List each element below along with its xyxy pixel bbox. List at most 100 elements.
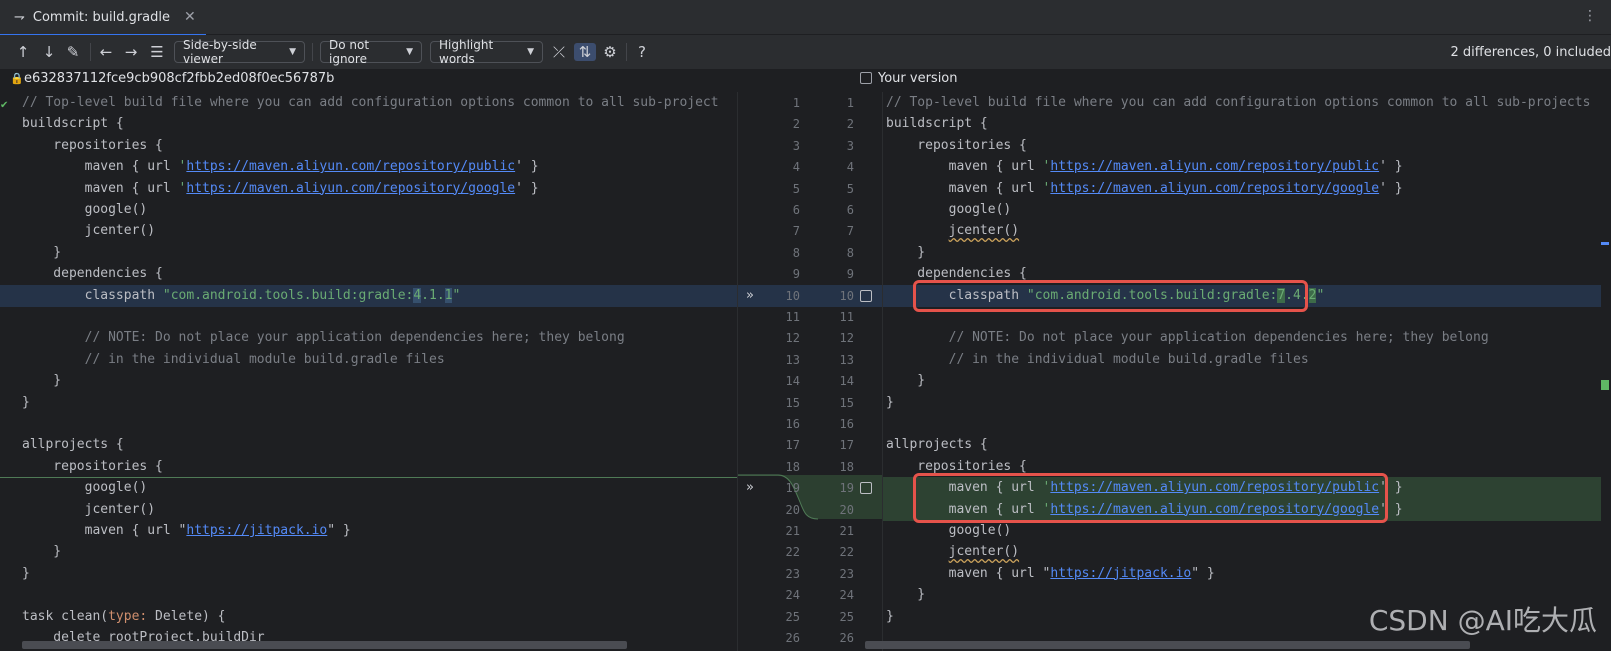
- right-line-number: 14: [839, 374, 854, 389]
- viewer-mode-dropdown[interactable]: Side-by-side viewer ▼: [174, 38, 305, 66]
- highlight-mode-dropdown[interactable]: Highlight words ▼: [430, 38, 543, 66]
- right-line-number: 16: [839, 417, 854, 431]
- code-line: maven { url "https://jitpack.io" }: [22, 523, 351, 538]
- scroll-marker: [1601, 380, 1609, 390]
- code-line: google(): [22, 480, 148, 496]
- highlight-label: Highlight words: [439, 38, 494, 66]
- code-line: // NOTE: Do not place your application d…: [22, 330, 625, 346]
- code-line: buildscript {: [886, 116, 988, 132]
- code-line: // in the individual module build.gradle…: [886, 351, 1309, 367]
- tab-title: Commit: build.gradle: [32, 9, 171, 25]
- right-line-number: 22: [839, 545, 854, 560]
- forward-arrow-icon[interactable]: →: [122, 43, 140, 61]
- code-line: google(): [22, 202, 148, 217]
- code-line: // Top-level build file where you can ad…: [22, 95, 719, 110]
- code-line: maven { url "https://jitpack.io" }: [886, 565, 1215, 581]
- left-line-number: 18: [785, 459, 800, 474]
- left-line-number: 14: [785, 374, 800, 389]
- left-line-number: 12: [785, 331, 800, 346]
- chevron-down-icon: ▼: [527, 47, 534, 57]
- code-line: }: [22, 244, 62, 260]
- left-line-number: 13: [785, 352, 800, 367]
- back-arrow-icon[interactable]: ←: [97, 43, 115, 61]
- tab-commit-build-gradle[interactable]: ⇁ Commit: build.gradle ✕: [0, 0, 206, 36]
- code-line: }: [22, 373, 62, 389]
- close-icon[interactable]: ✕: [184, 9, 196, 25]
- left-line-number: 21: [785, 524, 800, 538]
- right-line-number: 20: [839, 502, 854, 517]
- code-line: google(): [886, 202, 1012, 217]
- apply-change-icon[interactable]: »: [746, 285, 754, 307]
- code-line: allprojects {: [22, 437, 124, 453]
- code-line: // Top-level build file where you can ad…: [886, 95, 1591, 110]
- left-line-number: 23: [785, 566, 800, 581]
- left-line-number: 19: [785, 481, 800, 496]
- chevron-down-icon: ▼: [289, 47, 296, 57]
- your-version-label: Your version: [878, 71, 958, 86]
- file-list-icon[interactable]: ☰: [148, 43, 166, 61]
- scroll-marker: [1601, 242, 1609, 245]
- code-line: repositories {: [22, 458, 163, 474]
- right-editor[interactable]: // Top-level build file where you can ad…: [883, 92, 1611, 651]
- code-line: allprojects {: [886, 437, 988, 453]
- diff-toolbar: ↑ ↓ ✎ ← → ☰ Side-by-side viewer ▼ Do not…: [0, 35, 1611, 69]
- include-all-checkbox[interactable]: [860, 72, 872, 84]
- code-line: }: [22, 544, 62, 560]
- left-line-number: 26: [785, 631, 800, 645]
- sync-scroll-icon[interactable]: ⇅: [574, 43, 596, 61]
- ignore-whitespace-dropdown[interactable]: Do not ignore ▼: [320, 38, 422, 66]
- left-line-number: 2: [792, 117, 800, 132]
- left-line-number: 15: [785, 395, 800, 410]
- collapse-unchanged-icon[interactable]: ⤫: [550, 43, 568, 61]
- code-line: // in the individual module build.gradle…: [22, 351, 445, 367]
- right-line-number: 17: [839, 438, 854, 453]
- right-line-number: 6: [846, 203, 854, 217]
- next-difference-icon[interactable]: ↓: [40, 43, 58, 61]
- more-options-icon[interactable]: ⋮: [1583, 8, 1597, 24]
- right-line-number: 8: [846, 245, 854, 260]
- right-horizontal-scrollbar[interactable]: [865, 641, 1470, 649]
- include-change-checkbox[interactable]: [860, 289, 872, 302]
- left-line-number: 9: [792, 267, 800, 282]
- code-line: jcenter(): [948, 223, 1020, 239]
- right-line-number: 2: [846, 117, 854, 132]
- apply-change-icon[interactable]: »: [746, 477, 754, 499]
- right-line-number: 23: [839, 566, 854, 581]
- code-line: buildscript {: [22, 116, 124, 132]
- insertion-marker-line: [0, 477, 737, 479]
- include-change-checkbox[interactable]: [860, 482, 872, 495]
- right-vertical-scrollbar[interactable]: [1601, 92, 1611, 651]
- left-line-number: 5: [792, 181, 800, 196]
- left-line-number: 4: [792, 160, 800, 175]
- code-line: maven { url 'https://maven.aliyun.com/re…: [886, 180, 1403, 196]
- left-editor[interactable]: // Top-level build file where you can ad…: [0, 92, 737, 651]
- gear-icon[interactable]: ⚙: [601, 43, 619, 61]
- tab-bar: ⇁ Commit: build.gradle ✕ ⋮: [0, 0, 1611, 36]
- ignore-label: Do not ignore: [329, 38, 370, 66]
- left-line-number: 8: [792, 245, 800, 260]
- right-line-number: 26: [839, 631, 854, 645]
- viewer-mode-label: Side-by-side viewer: [183, 38, 257, 66]
- previous-difference-icon[interactable]: ↑: [14, 43, 32, 61]
- code-line: repositories {: [22, 137, 163, 153]
- right-line-number: 15: [839, 395, 854, 410]
- code-line: jcenter(): [22, 223, 156, 239]
- left-horizontal-scrollbar[interactable]: [22, 641, 627, 649]
- revision-hash: e632837112fce9cb908cf2fbb2ed08f0ec56787b: [24, 71, 335, 86]
- toolbar-separator: [90, 43, 91, 61]
- code-line: }: [886, 244, 926, 260]
- watermark: CSDN @AI吃大瓜: [1368, 604, 1597, 637]
- code-line: }: [22, 565, 30, 581]
- chevron-down-icon: ▼: [406, 47, 413, 57]
- code-line: classpath "com.android.tools.build:gradl…: [0, 284, 737, 307]
- edit-pencil-icon[interactable]: ✎: [64, 43, 82, 61]
- right-line-number: 21: [839, 524, 854, 538]
- help-icon[interactable]: ?: [633, 43, 651, 61]
- code-line: maven { url 'https://maven.aliyun.com/re…: [886, 159, 1403, 175]
- lock-icon: 🔒: [10, 72, 24, 85]
- left-line-number: 16: [785, 417, 800, 431]
- right-line-number: 25: [839, 609, 854, 624]
